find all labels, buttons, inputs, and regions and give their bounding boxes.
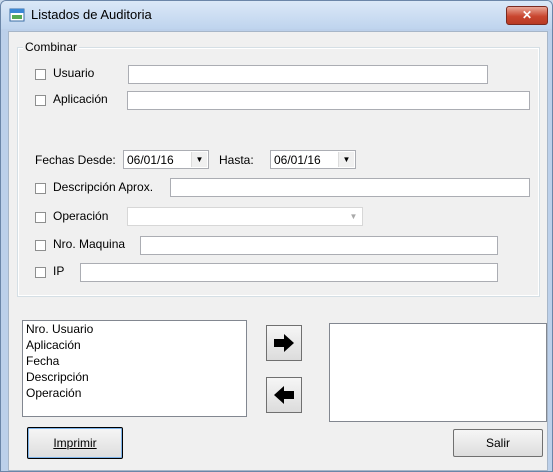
- hasta-label: Hasta:: [219, 153, 254, 167]
- title-bar: Listados de Auditoria ✕: [1, 1, 552, 29]
- fecha-desde-value: 06/01/16: [127, 153, 174, 167]
- chevron-down-icon[interactable]: ▼: [338, 152, 354, 167]
- operacion-select[interactable]: ▼: [127, 207, 363, 226]
- fecha-hasta-picker[interactable]: 06/01/16 ▼: [270, 150, 356, 169]
- fecha-desde-picker[interactable]: 06/01/16 ▼: [123, 150, 209, 169]
- descripcion-input[interactable]: [170, 178, 530, 197]
- chevron-down-icon[interactable]: ▼: [191, 152, 207, 167]
- operacion-checkbox[interactable]: [35, 212, 46, 223]
- descripcion-checkbox[interactable]: [35, 183, 46, 194]
- fechas-desde-label: Fechas Desde:: [35, 153, 116, 167]
- window-title: Listados de Auditoria: [31, 7, 152, 22]
- usuario-label: Usuario: [53, 66, 95, 80]
- move-right-button[interactable]: [266, 325, 302, 361]
- close-button[interactable]: ✕: [506, 6, 548, 25]
- arrow-left-icon: [274, 386, 294, 404]
- nro-maquina-label: Nro. Maquina: [53, 237, 126, 251]
- list-item[interactable]: Nro. Usuario: [23, 321, 246, 337]
- app-window-icon: [9, 8, 25, 22]
- salir-button[interactable]: Salir: [453, 429, 543, 457]
- imprimir-button[interactable]: Imprimir: [27, 427, 123, 459]
- salir-label: Salir: [485, 436, 510, 450]
- aplicacion-input[interactable]: [127, 91, 530, 110]
- aplicacion-label: Aplicación: [53, 92, 108, 106]
- available-columns-list[interactable]: Nro. Usuario Aplicación Fecha Descripció…: [22, 320, 247, 417]
- fecha-hasta-value: 06/01/16: [274, 153, 321, 167]
- list-item[interactable]: Fecha: [23, 353, 246, 369]
- nro-maquina-checkbox[interactable]: [35, 240, 46, 251]
- list-item[interactable]: Aplicación: [23, 337, 246, 353]
- list-item[interactable]: Descripción: [23, 369, 246, 385]
- ip-input[interactable]: [80, 263, 498, 282]
- imprimir-label: Imprimir: [53, 436, 97, 450]
- operacion-label: Operación: [53, 209, 109, 223]
- close-icon: ✕: [521, 8, 533, 22]
- aplicacion-checkbox[interactable]: [35, 95, 46, 106]
- arrow-right-icon: [274, 334, 294, 352]
- usuario-input[interactable]: [128, 65, 488, 84]
- combinar-legend: Combinar: [23, 40, 80, 54]
- combinar-group: [17, 47, 540, 297]
- nro-maquina-input[interactable]: [140, 236, 498, 255]
- descripcion-label: Descripción Aprox.: [53, 180, 154, 194]
- selected-columns-list[interactable]: [329, 323, 547, 422]
- ip-label: IP: [53, 264, 65, 278]
- chevron-down-icon[interactable]: ▼: [346, 209, 361, 224]
- usuario-checkbox[interactable]: [35, 69, 46, 80]
- move-left-button[interactable]: [266, 377, 302, 413]
- list-item[interactable]: Operación: [23, 385, 246, 401]
- client-area: Combinar Usuario Aplicación Fechas Desde…: [8, 31, 548, 471]
- audit-window: Listados de Auditoria ✕ Combinar Usuario…: [0, 0, 553, 472]
- ip-checkbox[interactable]: [35, 267, 46, 278]
